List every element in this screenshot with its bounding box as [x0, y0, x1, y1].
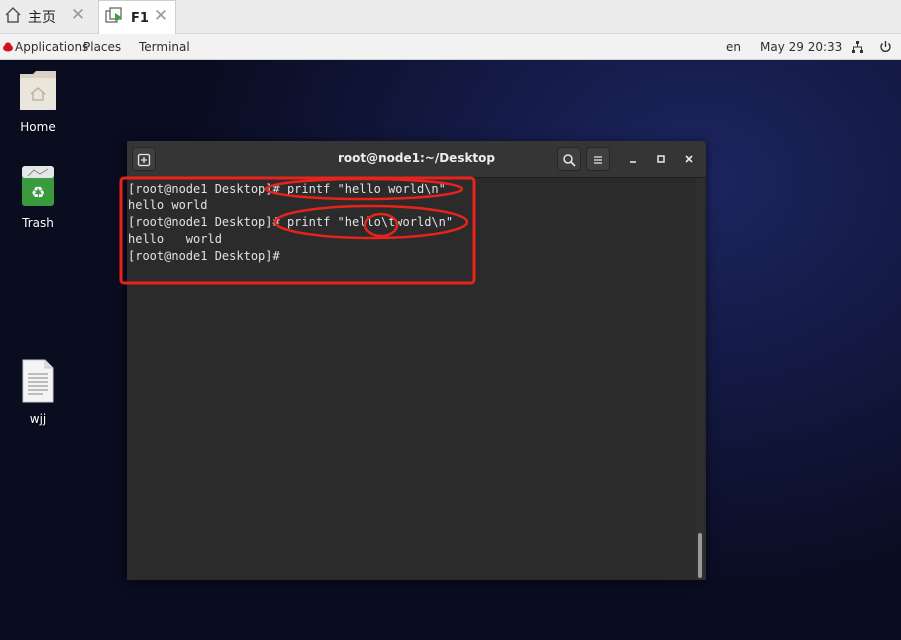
text-file-icon — [22, 359, 54, 403]
terminal-line: hello world — [128, 198, 208, 212]
places-menu[interactable]: Places — [83, 34, 121, 60]
tab-f1-label: F1 — [131, 10, 149, 26]
tab-home-label: 主页 — [28, 10, 56, 26]
home-icon — [4, 6, 22, 28]
power-icon[interactable] — [879, 34, 892, 60]
tab-home[interactable]: 主页 ✕ — [0, 0, 92, 34]
vm-tab-bar: 主页 ✕ F1 ✕ — [0, 0, 901, 35]
terminal-app-menu[interactable]: Terminal — [139, 34, 190, 60]
clock[interactable]: May 29 20:33 — [760, 34, 842, 60]
svg-text:♻: ♻ — [31, 183, 45, 202]
trash-icon: ♻ — [22, 166, 54, 206]
vm-icon — [105, 7, 125, 29]
terminal-line: hello world — [128, 232, 222, 246]
minimize-button[interactable] — [621, 147, 645, 171]
desktop-icon-label: wjj — [29, 412, 47, 426]
redhat-icon — [2, 34, 14, 60]
scrollbar-thumb[interactable] — [698, 533, 702, 578]
terminal-content[interactable]: [root@node1 Desktop]# printf "hello worl… — [127, 178, 706, 580]
window-title: root@node1:~/Desktop — [337, 151, 496, 165]
hamburger-icon — [594, 156, 602, 164]
search-button[interactable] — [557, 147, 581, 171]
language-indicator[interactable]: en — [726, 34, 741, 60]
desktop-icon-label: Home — [20, 120, 56, 134]
terminal-line: [root@node1 Desktop]# printf "hello worl… — [128, 182, 446, 196]
maximize-icon — [657, 155, 665, 163]
close-icon[interactable]: ✕ — [70, 7, 86, 24]
close-icon[interactable]: ✕ — [153, 8, 169, 25]
tab-f1[interactable]: F1 ✕ — [98, 0, 176, 35]
desktop-icon-trash[interactable]: ♻ Trash — [3, 164, 73, 230]
terminal-window: root@node1:~/Desktop [root@node1 Desktop… — [127, 141, 706, 580]
folder-home-icon — [20, 71, 56, 110]
minimize-icon — [630, 161, 636, 163]
network-icon[interactable] — [851, 34, 864, 60]
desktop-icon-label: Trash — [22, 216, 54, 230]
menu-button[interactable] — [586, 147, 610, 171]
desktop-icon-wjj[interactable]: wjj — [3, 358, 73, 426]
desktop-icon-home[interactable]: Home — [3, 68, 73, 134]
terminal-line: [root@node1 Desktop]# printf "hello\twor… — [128, 215, 454, 229]
search-icon — [563, 154, 576, 167]
applications-menu[interactable]: Applications — [15, 34, 88, 60]
top-panel: Applications Places Terminal en May 29 2… — [0, 34, 901, 60]
maximize-button[interactable] — [649, 147, 673, 171]
close-button[interactable] — [677, 147, 701, 171]
close-icon — [685, 155, 693, 163]
terminal-line: [root@node1 Desktop]# — [128, 249, 280, 263]
terminal-titlebar[interactable]: root@node1:~/Desktop — [127, 141, 706, 178]
terminal-scrollbar[interactable] — [696, 178, 704, 580]
